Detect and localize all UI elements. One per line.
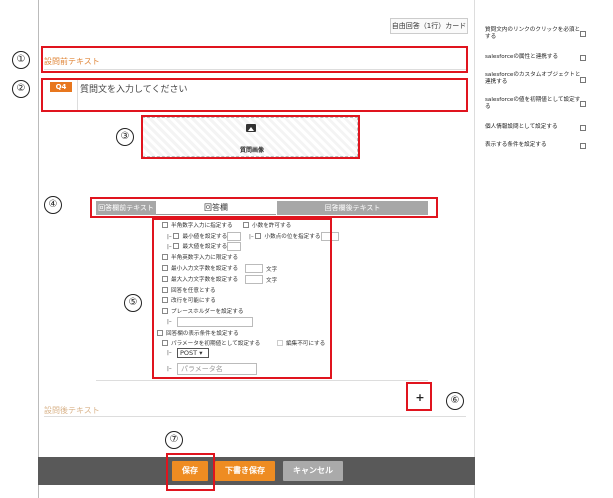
annotation-number-1: ①: [12, 51, 30, 69]
divider: [44, 416, 466, 417]
setting-salesforce-custom-object: salesforceのカスタムオブジェクトと連携する: [485, 72, 581, 85]
annotation-number-3: ③: [116, 128, 134, 146]
annotation-box-7: [166, 453, 215, 491]
setting-checkbox[interactable]: [580, 143, 586, 149]
setting-checkbox[interactable]: [580, 55, 586, 61]
setting-checkbox[interactable]: [580, 77, 586, 83]
setting-require-link-click: 質問文内のリンクのクリックを必須とする: [485, 27, 581, 40]
setting-checkbox[interactable]: [580, 101, 586, 107]
divider: [96, 380, 428, 381]
annotation-number-2: ②: [12, 80, 30, 98]
annotation-box-1: [41, 46, 468, 73]
setting-checkbox[interactable]: [580, 125, 586, 131]
setting-personal-info: 個人情報設問として設定する: [485, 124, 558, 130]
setting-checkbox[interactable]: [580, 31, 586, 37]
annotation-box-3: [141, 115, 360, 159]
annotation-box-4: [90, 197, 438, 218]
card-type-badge: 自由回答（1行）カード: [390, 18, 468, 34]
annotation-box-6: [406, 382, 432, 411]
draft-save-button[interactable]: 下書き保存: [215, 461, 275, 481]
annotation-number-4: ④: [44, 196, 62, 214]
annotation-number-5: ⑤: [124, 294, 142, 312]
setting-salesforce-attribute: salesforceの属性と連携する: [485, 54, 559, 60]
setting-salesforce-initial-value: salesforceの値を初期値として設定する: [485, 97, 581, 110]
annotation-box-2: [41, 78, 468, 112]
annotation-box-5: [152, 218, 332, 379]
cancel-button[interactable]: キャンセル: [283, 461, 343, 481]
annotation-number-6: ⑥: [446, 392, 464, 410]
setting-display-condition: 表示する条件を設定する: [485, 142, 547, 148]
annotation-number-7: ⑦: [165, 431, 183, 449]
